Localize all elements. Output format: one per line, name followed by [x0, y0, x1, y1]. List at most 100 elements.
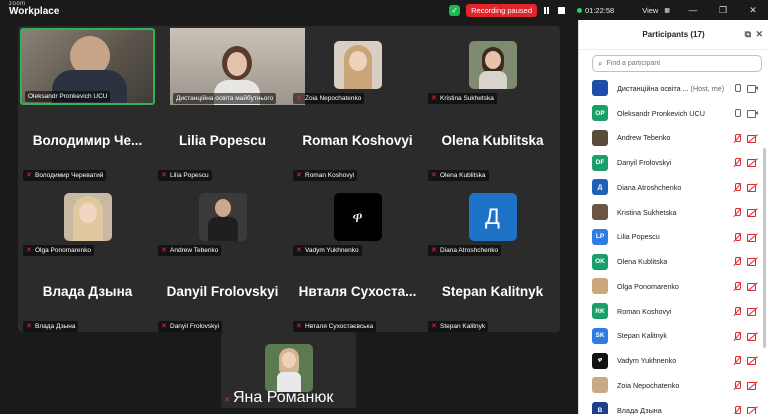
mic-muted-icon[interactable] — [733, 356, 741, 365]
participant-name: Zoia Nepochatenko — [617, 381, 679, 390]
video-tile[interactable]: Д ✕ Diana Atroshchenko — [425, 180, 560, 257]
video-tile[interactable]: ✕ Andrew Tebenko — [155, 180, 290, 257]
mic-muted-icon: ✕ — [26, 171, 32, 179]
video-tile[interactable]: Влада Дзына ✕ Влада Дзына — [20, 256, 155, 333]
resume-recording-button[interactable] — [541, 5, 552, 16]
video-tile[interactable]: ✕ Kristina Sukhetska — [425, 28, 560, 105]
view-label: View — [642, 5, 659, 15]
participant-name: Olena Kublitska — [617, 257, 667, 266]
tile-name-tag: ✕ Stepan Kalitnyk — [428, 321, 489, 332]
video-tile[interactable]: ዋ ✕ Vadym Yukhnenko — [290, 180, 425, 257]
scrollbar[interactable] — [763, 148, 766, 348]
participant-row[interactable]: Zoia Nepochatenko — [579, 373, 768, 398]
participant-name: Danyil Frolovskyi — [617, 158, 671, 167]
avatar — [592, 204, 608, 221]
mic-muted-icon: ✕ — [431, 246, 437, 254]
participant-row[interactable]: DF Danyil Frolovskyi — [579, 150, 768, 175]
avatar — [468, 41, 517, 89]
video-tile[interactable]: Oleksandr Pronkevich UCU — [20, 28, 155, 105]
mic-muted-icon[interactable] — [733, 257, 741, 266]
participant-row[interactable]: ዋ Vadym Yukhnenko — [579, 348, 768, 373]
pop-out-icon[interactable]: ⧉ — [745, 29, 751, 40]
mic-muted-icon[interactable] — [733, 306, 741, 316]
participant-display-name: Нвталя Сухоста... — [298, 284, 417, 299]
video-off-icon[interactable] — [747, 183, 757, 192]
video-tile[interactable]: ✕ Olga Ponomarenko — [20, 180, 155, 257]
video-off-icon[interactable] — [747, 233, 757, 242]
participant-row[interactable]: Andrew Tebenko — [579, 126, 768, 151]
participant-name: Влада Дзына — [617, 406, 662, 414]
video-tile[interactable]: Stepan Kalitnyk ✕ Stepan Kalitnyk — [425, 256, 560, 333]
participant-row[interactable]: OK Olena Kublitska — [579, 249, 768, 274]
video-off-icon[interactable] — [747, 406, 757, 414]
participant-row[interactable]: Olga Ponomarenko — [579, 274, 768, 299]
avatar — [592, 80, 608, 97]
video-tile[interactable]: Danyil Frolovskyi ✕ Danyil Frolovskyi — [155, 256, 290, 333]
stop-recording-button[interactable] — [556, 5, 567, 16]
video-tile[interactable]: ✕ Яна Романюк — [221, 332, 356, 408]
app-logo: zoom Workplace — [9, 1, 59, 17]
participant-status-icons — [733, 108, 758, 118]
mic-icon[interactable] — [733, 84, 741, 93]
video-off-icon[interactable] — [747, 158, 757, 168]
mic-muted-icon[interactable] — [733, 331, 741, 341]
participant-status-icons — [733, 405, 757, 414]
mic-muted-icon[interactable] — [733, 207, 741, 217]
video-off-icon[interactable] — [747, 282, 757, 291]
avatar — [198, 193, 247, 241]
video-off-icon[interactable] — [747, 307, 757, 316]
grid-icon: ▦ — [664, 7, 670, 14]
participant-role: (Host, me) — [688, 83, 725, 93]
mic-muted-icon[interactable] — [733, 282, 741, 291]
video-tile[interactable]: Lilia Popescu ✕ Lilia Popescu — [155, 105, 290, 182]
video-off-icon[interactable] — [747, 356, 757, 366]
participant-row[interactable]: RK Roman Koshovyi — [579, 299, 768, 324]
video-tile[interactable]: Roman Koshovyi ✕ Roman Koshovyi — [290, 105, 425, 182]
participant-row[interactable]: LP Lilia Popescu — [579, 225, 768, 250]
participant-row[interactable]: SK Stepan Kalitnyk — [579, 324, 768, 349]
video-off-icon[interactable] — [747, 134, 757, 143]
participant-name: Vadym Yukhnenko — [617, 356, 676, 365]
mic-muted-icon[interactable] — [733, 405, 741, 414]
participant-name: Stepan Kalitnyk — [617, 331, 667, 340]
participant-search[interactable]: ⌕ — [592, 55, 762, 72]
mic-muted-icon: ✕ — [431, 171, 437, 179]
participant-row[interactable]: Kristina Sukhetska — [579, 200, 768, 225]
participant-row[interactable]: Д Diana Atroshchenko — [579, 175, 768, 200]
mic-muted-icon[interactable] — [733, 158, 741, 167]
participant-row[interactable]: Дистанційна освіта ... (Host, me) — [579, 76, 768, 101]
video-tile[interactable]: ✕ Zoia Nepochatenko — [290, 28, 425, 105]
mic-muted-icon[interactable] — [733, 381, 741, 390]
close-window-icon[interactable]: ✕ — [738, 5, 768, 16]
participant-name-text: Stepan Kalitnyk — [617, 331, 667, 341]
participant-status-icons — [733, 257, 757, 267]
participant-name: Lilia Popescu — [617, 232, 660, 241]
video-tile[interactable]: Володимир Че... ✕ Володимир Череватий — [20, 105, 155, 182]
video-camera-icon[interactable] — [747, 84, 758, 93]
video-tile[interactable]: Нвталя Сухоста... ✕ Нвталя Сухостаєвська — [290, 256, 425, 333]
close-panel-icon[interactable]: ✕ — [755, 29, 763, 40]
mic-muted-icon[interactable] — [733, 183, 741, 192]
participant-name-text: Olga Ponomarenko — [617, 281, 679, 291]
video-tile[interactable]: Olena Kublitska ✕ Olena Kublitska — [425, 105, 560, 182]
participant-status-icons — [733, 133, 757, 143]
shield-icon[interactable]: ✓ — [449, 4, 461, 16]
participant-row[interactable]: OP Oleksandr Pronkevich UCU — [579, 101, 768, 126]
participant-status-icons — [733, 282, 757, 291]
video-off-icon[interactable] — [747, 257, 757, 267]
participant-name-text: Diana Atroshchenko — [617, 182, 682, 192]
mic-muted-icon[interactable] — [733, 133, 741, 143]
view-button[interactable]: View ▦ — [642, 6, 670, 15]
video-tile[interactable]: Дистанційна освіта майбутнього — [170, 28, 305, 105]
minimize-icon[interactable]: — — [678, 5, 708, 15]
video-camera-icon[interactable] — [747, 109, 758, 118]
avatar: Д — [592, 179, 608, 196]
maximize-icon[interactable]: ❐ — [708, 5, 738, 16]
video-off-icon[interactable] — [747, 381, 757, 390]
search-input[interactable] — [606, 60, 757, 67]
mic-muted-icon[interactable] — [733, 232, 741, 242]
mic-icon[interactable] — [733, 108, 741, 118]
video-off-icon[interactable] — [747, 332, 757, 341]
participant-row[interactable]: B Влада Дзына — [579, 398, 768, 414]
video-off-icon[interactable] — [747, 208, 757, 217]
